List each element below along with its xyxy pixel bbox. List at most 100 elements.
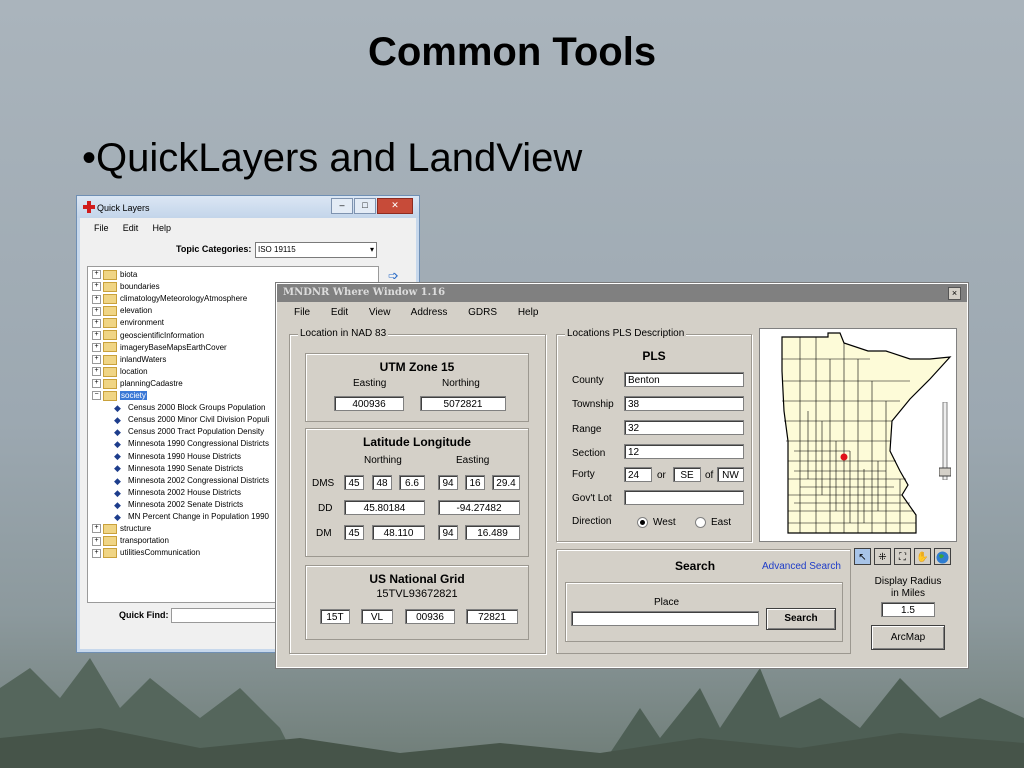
expand-icon[interactable]: + bbox=[92, 367, 101, 377]
dms-e-sec-field[interactable]: 29.4 bbox=[492, 475, 520, 490]
dd-n-field[interactable]: 45.80184 bbox=[344, 500, 425, 515]
tree-layer-item[interactable]: ◆ Census 2000 Minor Civil Division Populi bbox=[114, 414, 269, 426]
east-radio[interactable] bbox=[695, 517, 706, 528]
menu-file[interactable]: File bbox=[94, 223, 109, 233]
tree-folder-item[interactable]: + structure bbox=[92, 523, 151, 535]
dms-n-deg-field[interactable]: 45 bbox=[344, 475, 364, 490]
tree-folder-item[interactable]: + geoscientificInformation bbox=[92, 330, 204, 342]
dms-e-min-field[interactable]: 16 bbox=[465, 475, 485, 490]
tree-folder-item[interactable]: + inlandWaters bbox=[92, 354, 166, 366]
menu-file[interactable]: File bbox=[294, 307, 310, 318]
tree-layer-item[interactable]: ◆ Minnesota 1990 House Districts bbox=[114, 451, 241, 463]
forty-of-field[interactable]: NW bbox=[717, 467, 744, 482]
tree-layer-item[interactable]: ◆ MN Percent Change in Population 1990 bbox=[114, 511, 269, 523]
tree-folder-item[interactable]: + boundaries bbox=[92, 281, 160, 293]
dm-n-deg-field[interactable]: 45 bbox=[344, 525, 364, 540]
expand-icon[interactable]: + bbox=[92, 318, 101, 328]
location-marker bbox=[840, 453, 848, 461]
topic-categories-select[interactable]: ISO 19115 ▾ bbox=[255, 242, 377, 258]
tree-layer-item[interactable]: ◆ Census 2000 Block Groups Population bbox=[114, 402, 265, 414]
tree-folder-item[interactable]: + elevation bbox=[92, 305, 152, 317]
tree-layer-item[interactable]: ◆ Minnesota 1990 Congressional Districts bbox=[114, 438, 269, 450]
minnesota-county-map[interactable] bbox=[760, 329, 956, 541]
forty-quarter-field[interactable]: SE bbox=[673, 467, 701, 482]
tree-folder-item[interactable]: + location bbox=[92, 366, 148, 378]
place-input[interactable] bbox=[571, 611, 759, 626]
dm-e-deg-field[interactable]: 94 bbox=[438, 525, 458, 540]
county-field[interactable]: Benton bbox=[624, 372, 744, 387]
tree-layer-item[interactable]: ◆ Minnesota 1990 Senate Districts bbox=[114, 463, 243, 475]
utm-easting-field[interactable]: 400936 bbox=[334, 396, 404, 411]
expand-icon[interactable]: + bbox=[92, 524, 101, 534]
range-field[interactable]: 32 bbox=[624, 420, 744, 435]
dms-n-sec-field[interactable]: 6.6 bbox=[399, 475, 425, 490]
advanced-search-link[interactable]: Advanced Search bbox=[762, 561, 841, 572]
govt-lot-field[interactable] bbox=[624, 490, 744, 505]
expand-icon[interactable]: + bbox=[92, 355, 101, 365]
dms-e-deg-field[interactable]: 94 bbox=[438, 475, 458, 490]
zoom-in-tool-icon[interactable]: ⁜ bbox=[874, 548, 891, 565]
menu-gdrs[interactable]: GDRS bbox=[468, 307, 497, 318]
collapse-icon[interactable]: − bbox=[92, 391, 101, 401]
usng-easting-field[interactable]: 00936 bbox=[405, 609, 455, 624]
tree-folder-item[interactable]: − society bbox=[92, 390, 147, 402]
expand-icon[interactable]: + bbox=[92, 330, 101, 340]
dm-n-min-field[interactable]: 48.110 bbox=[372, 525, 425, 540]
quick-find-input[interactable] bbox=[171, 608, 283, 623]
add-layer-arrow-icon[interactable]: ➩ bbox=[388, 268, 402, 283]
search-button[interactable]: Search bbox=[766, 608, 836, 630]
tree-layer-item[interactable]: ◆ Minnesota 2002 Senate Districts bbox=[114, 499, 243, 511]
quick-layers-titlebar[interactable]: Quick Layers – □ ✕ bbox=[77, 196, 419, 218]
west-radio[interactable] bbox=[637, 517, 648, 528]
maximize-button[interactable]: □ bbox=[354, 198, 376, 214]
globe-tool-icon[interactable] bbox=[934, 548, 951, 565]
expand-icon[interactable]: + bbox=[92, 282, 101, 292]
tree-folder-item[interactable]: + environment bbox=[92, 317, 164, 329]
tree-layer-item[interactable]: ◆ Census 2000 Tract Population Density bbox=[114, 426, 264, 438]
pointer-tool-icon[interactable]: ↖ bbox=[854, 548, 871, 565]
menu-edit[interactable]: Edit bbox=[331, 307, 348, 318]
direction-east-option[interactable]: East bbox=[695, 517, 731, 528]
tree-folder-item[interactable]: + utilitiesCommunication bbox=[92, 547, 200, 559]
tree-folder-item[interactable]: + transportation bbox=[92, 535, 169, 547]
minimize-button[interactable]: – bbox=[331, 198, 353, 214]
menu-help[interactable]: Help bbox=[518, 307, 539, 318]
menu-view[interactable]: View bbox=[369, 307, 391, 318]
minnesota-map[interactable] bbox=[759, 328, 957, 542]
tree-folder-item[interactable]: + planningCadastre bbox=[92, 378, 183, 390]
display-radius-field[interactable]: 1.5 bbox=[881, 602, 935, 617]
section-field[interactable]: 12 bbox=[624, 444, 744, 459]
usng-zone-field[interactable]: 15T bbox=[320, 609, 350, 624]
expand-icon[interactable]: + bbox=[92, 548, 101, 558]
close-button[interactable]: ✕ bbox=[377, 198, 413, 214]
direction-west-option[interactable]: West bbox=[637, 517, 676, 528]
tree-folder-item[interactable]: + biota bbox=[92, 269, 137, 281]
tree-folder-item[interactable]: + imageryBaseMapsEarthCover bbox=[92, 342, 227, 354]
expand-icon[interactable]: + bbox=[92, 306, 101, 316]
usng-square-field[interactable]: VL bbox=[361, 609, 393, 624]
forty-field[interactable]: 24 bbox=[624, 467, 652, 482]
where-window-titlebar[interactable]: MNDNR Where Window 1.16 × bbox=[277, 284, 967, 302]
zoom-slider[interactable] bbox=[939, 402, 951, 480]
township-field[interactable]: 38 bbox=[624, 396, 744, 411]
menu-address[interactable]: Address bbox=[411, 307, 448, 318]
tree-layer-item[interactable]: ◆ Minnesota 2002 House Districts bbox=[114, 487, 241, 499]
dm-e-min-field[interactable]: 16.489 bbox=[465, 525, 520, 540]
arcmap-button[interactable]: ArcMap bbox=[871, 625, 945, 650]
expand-icon[interactable]: + bbox=[92, 342, 101, 352]
menu-edit[interactable]: Edit bbox=[123, 223, 139, 233]
expand-icon[interactable]: + bbox=[92, 270, 101, 280]
close-button[interactable]: × bbox=[948, 287, 961, 300]
dms-n-min-field[interactable]: 48 bbox=[372, 475, 392, 490]
usng-northing-field[interactable]: 72821 bbox=[466, 609, 518, 624]
menu-help[interactable]: Help bbox=[153, 223, 172, 233]
dd-e-field[interactable]: -94.27482 bbox=[438, 500, 520, 515]
expand-icon[interactable]: + bbox=[92, 379, 101, 389]
pan-hand-tool-icon[interactable]: ✋ bbox=[914, 548, 931, 565]
utm-northing-field[interactable]: 5072821 bbox=[420, 396, 506, 411]
tree-folder-item[interactable]: + climatologyMeteorologyAtmosphere bbox=[92, 293, 247, 305]
tree-layer-item[interactable]: ◆ Minnesota 2002 Congressional Districts bbox=[114, 475, 269, 487]
zoom-out-tool-icon[interactable]: ⛶ bbox=[894, 548, 911, 565]
expand-icon[interactable]: + bbox=[92, 536, 101, 546]
expand-icon[interactable]: + bbox=[92, 294, 101, 304]
